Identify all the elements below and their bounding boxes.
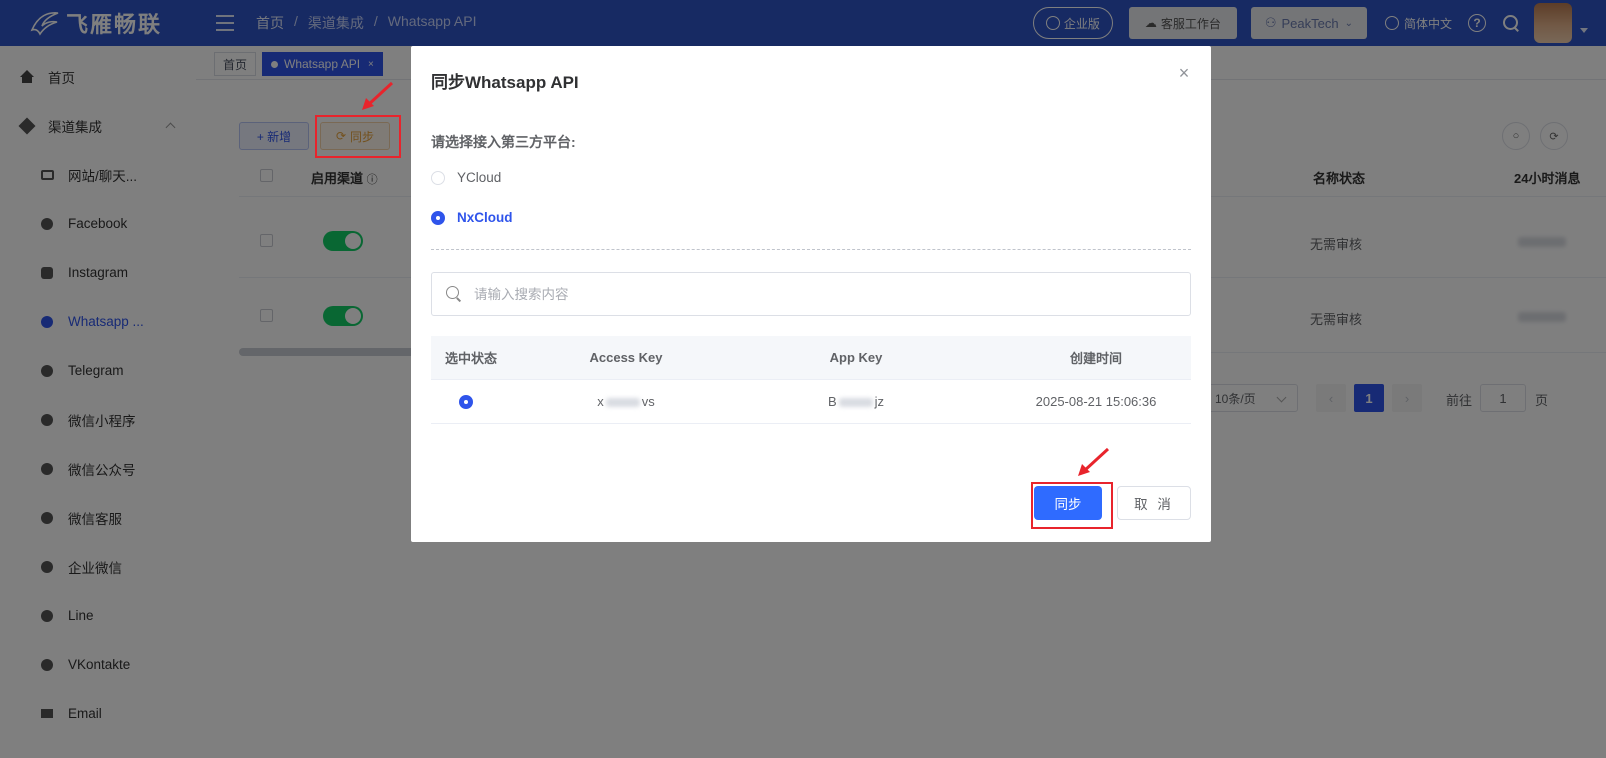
created-cell: 2025-08-21 15:06:36 bbox=[1035, 394, 1157, 409]
radio-circle bbox=[431, 210, 445, 225]
radio-label: NxCloud bbox=[457, 210, 513, 225]
platform-prompt: 请选择接入第三方平台: bbox=[431, 134, 576, 150]
access-key-cell: x vs bbox=[597, 394, 655, 409]
radio-label: YCloud bbox=[457, 170, 502, 185]
account-table: 选中状态 Access Key App Key 创建时间 x vs Bjz 202… bbox=[431, 336, 1191, 424]
annotation-arrow-icon bbox=[362, 81, 394, 110]
annotation-arrow-icon bbox=[1078, 447, 1110, 476]
search-icon bbox=[446, 286, 462, 302]
radio-nxcloud[interactable]: NxCloud bbox=[431, 210, 513, 225]
header-access-key: Access Key bbox=[589, 350, 663, 365]
close-icon[interactable]: × bbox=[1177, 64, 1191, 82]
sync-button-highlight bbox=[315, 115, 401, 158]
dialog-title: 同步Whatsapp API bbox=[431, 73, 579, 92]
table-row[interactable]: x vs Bjz 2025-08-21 15:06:36 bbox=[431, 380, 1191, 424]
radio-ycloud[interactable]: YCloud bbox=[431, 170, 501, 185]
header-app-key: App Key bbox=[829, 350, 883, 365]
table-header: 选中状态 Access Key App Key 创建时间 bbox=[431, 336, 1191, 380]
cancel-button[interactable]: 取 消 bbox=[1117, 486, 1191, 520]
header-created: 创建时间 bbox=[1069, 351, 1122, 366]
app-key-cell: Bjz bbox=[827, 394, 885, 409]
search-input[interactable] bbox=[474, 286, 1190, 302]
search-box[interactable] bbox=[431, 272, 1191, 316]
row-select-radio[interactable] bbox=[459, 394, 473, 409]
radio-circle bbox=[431, 170, 445, 185]
divider bbox=[431, 249, 1191, 250]
header-selected: 选中状态 bbox=[445, 351, 498, 366]
confirm-button-highlight bbox=[1031, 482, 1113, 529]
